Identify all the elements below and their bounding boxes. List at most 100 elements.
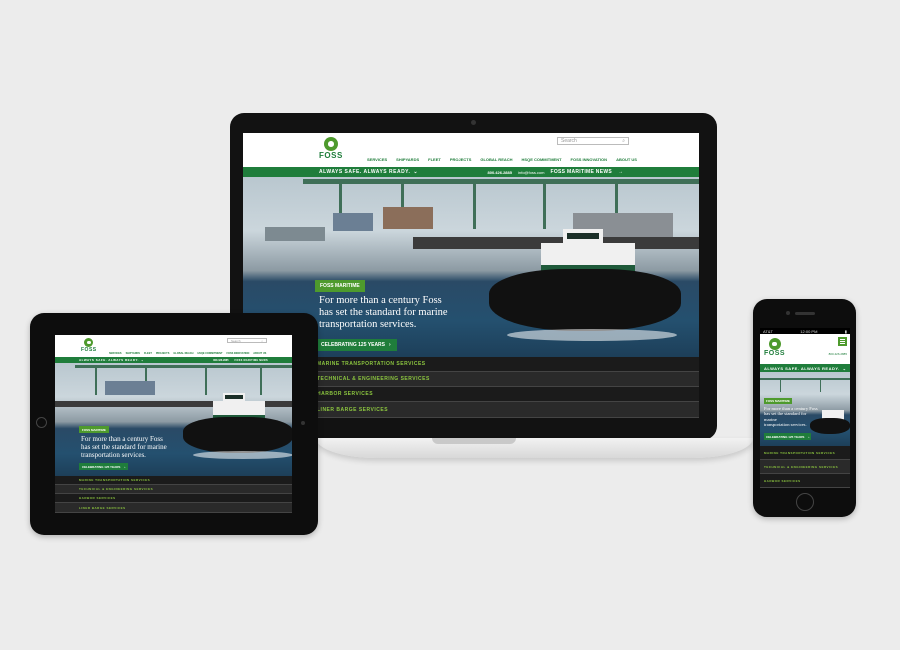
crane-leg (820, 378, 821, 392)
hamburger-menu-button[interactable] (838, 337, 847, 346)
service-liner-barge[interactable]: LINER BARGE SERVICES (55, 503, 292, 513)
cta-button[interactable]: CELEBRATING 125 YEARS › (315, 339, 397, 351)
chevron-down-icon[interactable]: ⌄ (413, 169, 417, 175)
foss-logo-icon (768, 338, 781, 350)
tagline-bar: ALWAYS SAFE. ALWAYS READY. ⌄ 800.426.288… (243, 167, 699, 177)
nav-foss-innovation[interactable]: FOSS INNOVATION (226, 352, 249, 355)
tug-wake (507, 329, 677, 341)
hero-banner: FOSS MARITIME For more than a century Fo… (760, 372, 850, 446)
carrier-label: AT&T (763, 328, 773, 334)
tugboat-image (487, 229, 687, 349)
service-harbor[interactable]: HARBOR SERVICES (55, 494, 292, 503)
hero-headline-line-2: has set the standard for marine (81, 443, 167, 452)
foss-logo-text: FOSS (81, 347, 97, 353)
hero-headline-line-3: transportation services. (319, 319, 417, 331)
foss-logo[interactable]: FOSS (81, 338, 97, 353)
hero-pill[interactable]: FOSS MARITIME (79, 426, 109, 433)
container-stack (383, 207, 433, 229)
tagline-bar: ALWAYS SAFE. ALWAYS READY. ⌄ (760, 364, 850, 372)
search-input[interactable]: Search ⌕ (557, 137, 629, 145)
nav-global-reach[interactable]: GLOBAL REACH (480, 157, 512, 162)
phone-camera (786, 311, 790, 315)
crane-leg (473, 179, 476, 229)
foss-logo[interactable]: FOSS (319, 137, 343, 160)
chevron-down-icon[interactable]: ⌄ (843, 366, 846, 371)
service-marine-transportation[interactable]: MARINE TRANSPORTATION SERVICES (55, 476, 292, 485)
tug-fender (183, 417, 292, 453)
main-nav: SERVICES SHIPYARDS FLEET PROJECTS GLOBAL… (109, 352, 266, 355)
phone-home-button (796, 493, 814, 511)
crane-gantry (303, 179, 699, 184)
crane-leg (780, 378, 781, 392)
container-stack (105, 381, 155, 395)
service-harbor[interactable]: HARBOR SERVICES (760, 474, 850, 488)
search-input[interactable]: Search ⌕ (227, 338, 267, 343)
service-technical-engineering[interactable]: TECHNICAL & ENGINEERING SERVICES (760, 460, 850, 474)
clock-label: 12:00 PM (800, 328, 818, 334)
site-header: FOSS Search ⌕ SERVICES SHIPYARDS FLEET P… (243, 133, 699, 167)
search-placeholder: Search (231, 338, 241, 343)
service-technical-engineering[interactable]: TECHNICAL & ENGINEERING SERVICES (55, 485, 292, 494)
menu-line-icon (840, 343, 845, 344)
cta-button[interactable]: CELEBRATING 125 YEARS › (79, 463, 129, 470)
contact-phone[interactable]: 800.426.2885 (488, 170, 512, 175)
nav-fleet[interactable]: FLEET (144, 352, 152, 355)
tablet-camera (301, 421, 305, 425)
services-list: MARINE TRANSPORTATION SERVICES TECHNICAL… (760, 446, 850, 488)
nav-shipyards[interactable]: SHIPYARDS (126, 352, 140, 355)
phone-screen: AT&T 12:00 PM ▮ FOSS 800.426.2885 ALWAYS… (760, 328, 850, 488)
nav-about-us[interactable]: ABOUT US (253, 352, 266, 355)
nav-about-us[interactable]: ABOUT US (616, 157, 637, 162)
nav-services[interactable]: SERVICES (109, 352, 122, 355)
nav-shipyards[interactable]: SHIPYARDS (396, 157, 419, 162)
foss-logo[interactable]: FOSS (764, 338, 785, 357)
nav-projects[interactable]: PROJECTS (156, 352, 169, 355)
search-icon[interactable]: ⌕ (261, 339, 263, 343)
cta-button[interactable]: CELEBRATING 125 YEARS › (764, 433, 812, 440)
hero-headline-line-2: has set the standard for marine (319, 307, 448, 319)
laptop-notch (432, 438, 516, 444)
nav-hsqe-commitment[interactable]: HSQE COMMITMENT (522, 157, 562, 162)
nav-foss-innovation[interactable]: FOSS INNOVATION (571, 157, 608, 162)
nav-global-reach[interactable]: GLOBAL REACH (173, 352, 193, 355)
chevron-right-icon: › (124, 464, 126, 469)
news-link[interactable]: FOSS MARITIME NEWS (550, 169, 612, 175)
foss-logo-text: FOSS (764, 350, 786, 357)
battery-icon: ▮ (844, 328, 847, 334)
hero-headline-line-1: For more than a century Foss (81, 435, 163, 443)
contact-phone[interactable]: 800.426.2885 (829, 352, 847, 356)
foss-logo-icon (323, 137, 338, 151)
nav-hsqe-commitment[interactable]: HSQE COMMITMENT (197, 352, 222, 355)
chevron-right-icon: › (389, 342, 391, 348)
menu-line-icon (840, 341, 845, 342)
services-list: MARINE TRANSPORTATION SERVICES TECHNICAL… (55, 476, 292, 513)
nav-projects[interactable]: PROJECTS (450, 157, 472, 162)
tagline: ALWAYS SAFE. ALWAYS READY. (79, 358, 140, 362)
tugboat-image (183, 393, 292, 473)
tagline: ALWAYS SAFE. ALWAYS READY. (319, 169, 411, 175)
service-marine-transportation[interactable]: MARINE TRANSPORTATION SERVICES (760, 446, 850, 460)
chevron-down-icon[interactable]: ⌄ (141, 358, 144, 362)
search-placeholder: Search (561, 138, 577, 144)
tablet-screen: FOSS Search ⌕ SERVICES SHIPYARDS FLEET P… (55, 335, 292, 513)
laptop-base (316, 438, 753, 458)
hero-headline-line-3: transportation services. (764, 421, 807, 427)
main-nav: SERVICES SHIPYARDS FLEET PROJECTS GLOBAL… (367, 157, 637, 162)
tug-windows (567, 233, 599, 239)
tug-fender (489, 269, 681, 331)
contact-phone[interactable]: 800.426.2885 (213, 359, 228, 362)
news-link[interactable]: FOSS MARITIME NEWS (235, 359, 268, 362)
cargo-ship (265, 227, 325, 241)
nav-services[interactable]: SERVICES (367, 157, 387, 162)
arrow-right-icon[interactable]: → (618, 169, 623, 175)
foss-logo-icon (84, 338, 94, 347)
nav-fleet[interactable]: FLEET (428, 157, 441, 162)
menu-line-icon (840, 339, 845, 340)
contact-email[interactable]: info@foss.com (518, 170, 545, 175)
hero-pill[interactable]: FOSS MARITIME (315, 280, 365, 292)
search-icon[interactable]: ⌕ (622, 138, 625, 144)
container-stack (333, 213, 373, 231)
crane-leg (260, 365, 262, 395)
site-header: FOSS 800.426.2885 (760, 334, 850, 364)
hero-pill[interactable]: FOSS MARITIME (764, 398, 792, 404)
